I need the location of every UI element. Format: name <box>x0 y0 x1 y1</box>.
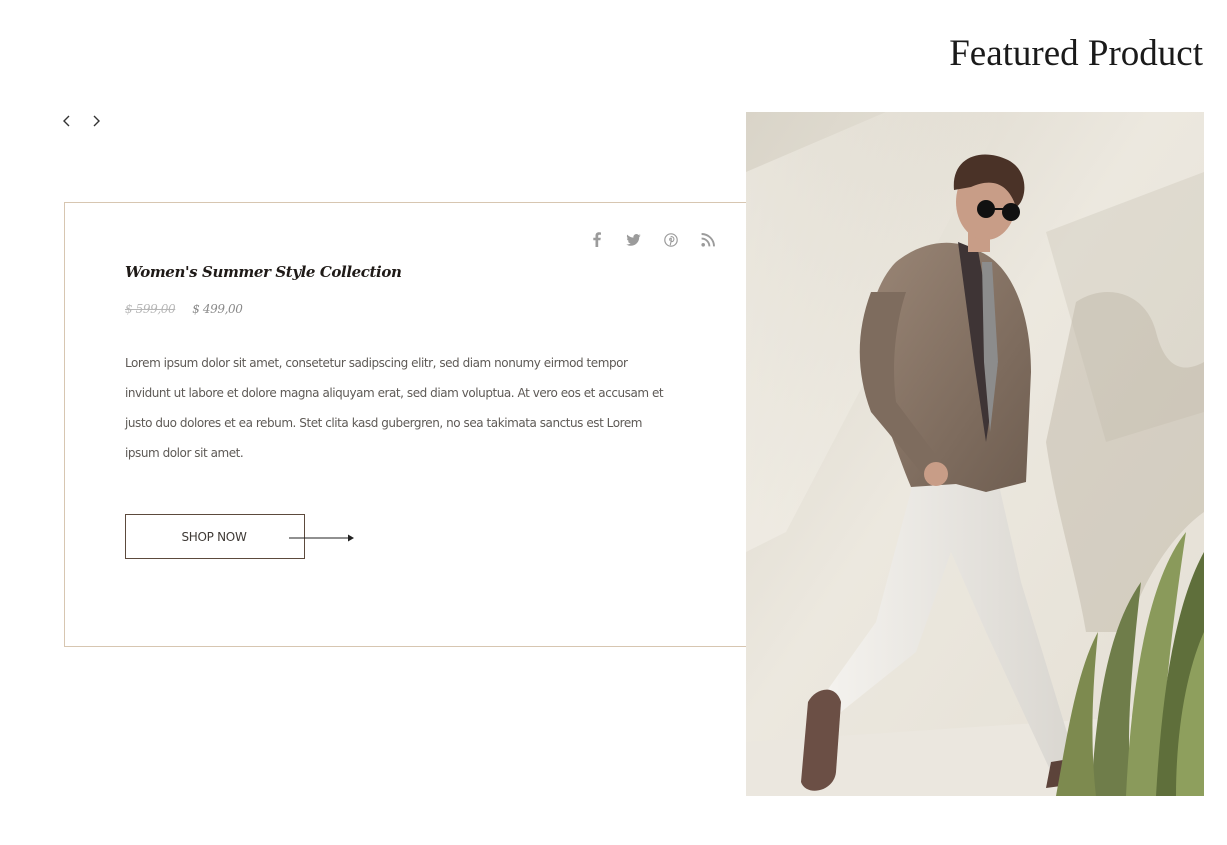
product-prices: $ 599,00 $ 499,00 <box>125 302 243 316</box>
chevron-left-icon <box>63 115 70 127</box>
rss-icon <box>700 232 715 247</box>
social-links <box>588 231 716 248</box>
product-card: Women's Summer Style Collection $ 599,00… <box>64 202 746 647</box>
product-description: Lorem ipsum dolor sit amet, consetetur s… <box>125 356 664 460</box>
slider-navigation <box>58 112 105 130</box>
rss-link[interactable] <box>699 231 716 248</box>
arrow-right-icon <box>289 534 354 542</box>
chevron-right-icon <box>93 115 100 127</box>
slider-next-button[interactable] <box>87 112 105 130</box>
twitter-link[interactable] <box>625 231 642 248</box>
model-photo <box>746 112 1204 796</box>
old-price: $ 599,00 <box>125 302 176 316</box>
section-title: Featured Product <box>949 33 1203 74</box>
product-title[interactable]: Women's Summer Style Collection <box>125 263 402 281</box>
twitter-icon <box>626 233 641 246</box>
facebook-icon <box>592 232 601 247</box>
facebook-link[interactable] <box>588 231 605 248</box>
pinterest-icon <box>663 232 678 247</box>
shop-now-label: SHOP NOW <box>181 529 247 544</box>
slider-prev-button[interactable] <box>58 112 76 130</box>
new-price: $ 499,00 <box>192 302 243 316</box>
pinterest-link[interactable] <box>662 231 679 248</box>
shop-now-button[interactable]: SHOP NOW <box>125 514 305 559</box>
featured-product-image <box>746 112 1204 796</box>
